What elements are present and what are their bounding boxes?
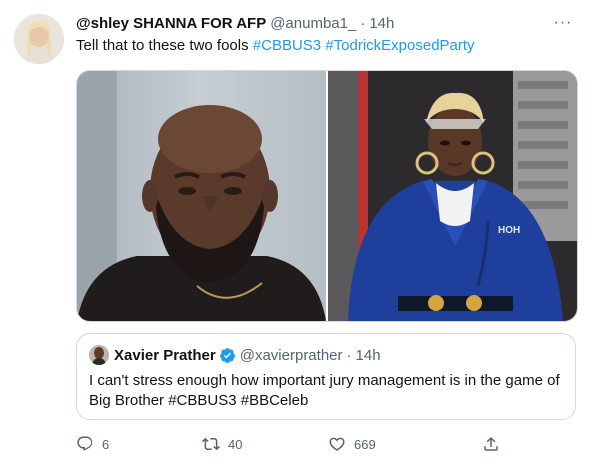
robe-text: HOH <box>498 225 520 236</box>
share-button[interactable] <box>482 432 500 456</box>
tweet-timestamp[interactable]: 14h <box>369 15 394 32</box>
retweet-icon <box>202 437 220 451</box>
quoted-tweet[interactable]: Xavier Prather @xavierprather · 14h I ca… <box>76 333 576 420</box>
media-image-right[interactable]: HOH <box>328 71 577 321</box>
more-options-icon[interactable]: ··· <box>551 12 575 34</box>
quoted-user-avatar[interactable] <box>89 345 109 365</box>
like-button[interactable]: 669 <box>328 432 376 456</box>
verified-badge-icon <box>219 347 236 364</box>
tweet-card[interactable]: @shley SHANNA FOR AFP @anumba1_ · 14h ··… <box>0 0 595 465</box>
tweet-media[interactable]: HOH <box>76 70 578 322</box>
tweet-text-body: Tell that to these two fools <box>76 37 253 54</box>
tweet-actions: 6 40 669 <box>76 432 516 456</box>
quoted-avatar-photo <box>89 345 109 365</box>
author-handle[interactable]: @anumba1_ <box>270 15 356 32</box>
quoted-tweet-text: I can't stress enough how important jury… <box>89 372 560 409</box>
heart-icon <box>329 437 345 451</box>
reply-button[interactable]: 6 <box>76 432 109 456</box>
retweet-button[interactable]: 40 <box>202 432 242 456</box>
media-image-left[interactable] <box>77 71 326 321</box>
reply-icon <box>77 436 93 451</box>
tweet-text: Tell that to these two fools #CBBUS3 #To… <box>76 36 575 56</box>
separator: · <box>346 346 352 364</box>
reply-count: 6 <box>102 436 110 452</box>
quoted-timestamp[interactable]: 14h <box>356 347 381 364</box>
share-icon <box>484 436 498 451</box>
quoted-display-name[interactable]: Xavier Prather <box>114 347 216 364</box>
retweet-count: 40 <box>228 436 243 452</box>
like-count: 669 <box>354 436 376 452</box>
author-display-name[interactable]: @shley SHANNA FOR AFP <box>76 15 266 32</box>
hashtag-link[interactable]: #CBBUS3 <box>253 37 321 54</box>
separator: · <box>360 14 366 32</box>
photo-man-beard <box>77 71 326 321</box>
user-avatar[interactable] <box>14 14 64 64</box>
hashtag-link[interactable]: #TodrickExposedParty <box>325 37 474 54</box>
photo-man-blue-robe: HOH <box>328 71 577 321</box>
quoted-handle[interactable]: @xavierprather <box>240 347 343 364</box>
tweet-header: @shley SHANNA FOR AFP @anumba1_ · 14h ··… <box>76 12 575 34</box>
quoted-tweet-header: Xavier Prather @xavierprather · 14h <box>114 344 381 366</box>
avatar-photo <box>14 14 64 64</box>
